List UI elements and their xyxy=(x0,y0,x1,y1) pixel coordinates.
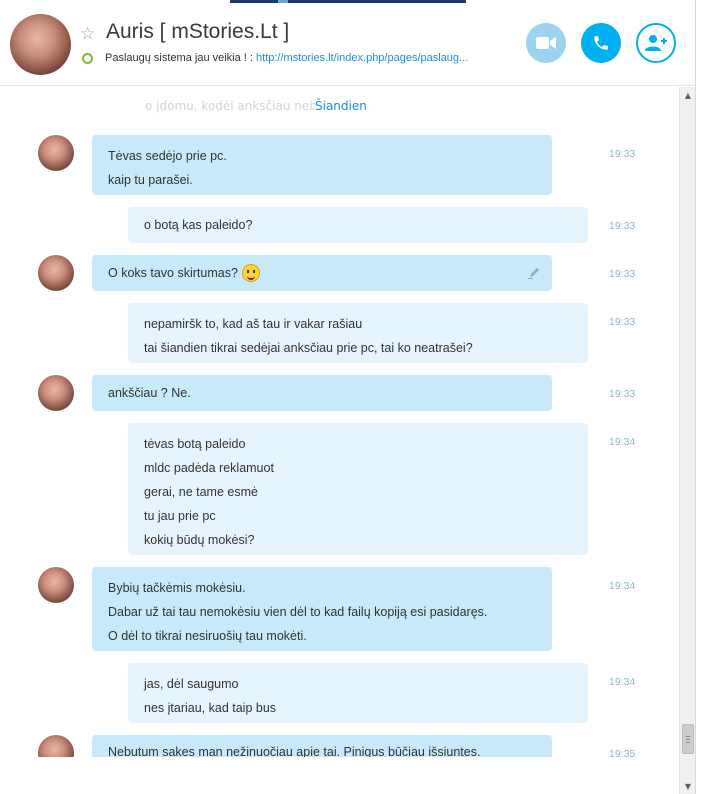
add-people-button[interactable] xyxy=(636,23,676,63)
message-line: tėvas botą paleido xyxy=(144,437,246,451)
day-label: Šiandien xyxy=(315,99,369,113)
favorite-star-icon[interactable]: ☆ xyxy=(80,24,95,44)
message-line: gerai, ne tame esmė xyxy=(144,485,258,499)
scroll-down-arrow-icon[interactable]: ▼ xyxy=(680,778,696,794)
audio-call-button[interactable] xyxy=(581,23,621,63)
message-history[interactable]: o įdomu, kodėl anksčiau nebū Šiandien Tė… xyxy=(0,87,679,757)
message-line: O koks tavo skirtumas? xyxy=(108,261,536,285)
presence-online-icon xyxy=(82,53,93,64)
sender-avatar[interactable] xyxy=(38,567,74,603)
message-time: 19:34 xyxy=(609,580,636,592)
message-line: jas, dėl saugumo xyxy=(144,677,239,691)
message-line: O dėl to tikrai nesiruošių tau mokėti. xyxy=(108,629,307,643)
message-line: Bybių tačkėmis mokėsiu. xyxy=(108,581,246,595)
message-line: nes įtariau, kad taip bus xyxy=(144,701,277,715)
message-line: nepamiršk to, kad aš tau ir vakar rašiau xyxy=(144,317,363,331)
message-time: 19:33 xyxy=(609,148,636,160)
video-call-icon xyxy=(536,37,556,49)
message-time: 19:35 xyxy=(609,748,636,757)
outgoing-message[interactable]: nepamiršk to, kad aš tau ir vakar rašiau… xyxy=(128,303,588,363)
message-line: mldc padėda reklamuot xyxy=(144,461,274,475)
message-time: 19:33 xyxy=(609,220,636,232)
message-time: 19:33 xyxy=(609,388,636,400)
message-line: Nebutum sakes man nežinuočiau apie tai. … xyxy=(108,745,481,757)
message-line: Tėvas sedėjo prie pc. xyxy=(108,149,227,163)
scroll-up-arrow-icon[interactable]: ▲ xyxy=(680,87,696,103)
message-time: 19:33 xyxy=(609,268,636,280)
vertical-scrollbar[interactable]: ▲ ▼ xyxy=(679,87,695,794)
message-line: kaip tu parašei. xyxy=(108,173,193,187)
phone-icon xyxy=(594,36,608,50)
mood-text: Paslaugų sistema jau veikia ! : xyxy=(105,52,253,64)
incoming-message[interactable]: Bybių tačkėmis mokėsiu. Dabar už tai tau… xyxy=(92,567,552,651)
outgoing-message[interactable]: tėvas botą paleido mldc padėda reklamuot… xyxy=(128,423,588,555)
incoming-message[interactable]: O koks tavo skirtumas? xyxy=(92,255,552,291)
conversation-header: ☆ Auris [ mStories.Lt ] Paslaugų sistema… xyxy=(0,0,701,86)
sender-avatar[interactable] xyxy=(38,255,74,291)
message-line: ankščiau ? Ne. xyxy=(108,386,191,400)
window-top-accent xyxy=(230,0,466,3)
window-edge xyxy=(695,0,701,794)
message-text: O koks tavo skirtumas? xyxy=(108,266,238,280)
incoming-message[interactable]: Tėvas sedėjo prie pc. kaip tu parašei. xyxy=(92,135,552,195)
add-contact-icon xyxy=(645,35,667,51)
day-divider: o įdomu, kodėl anksčiau nebū Šiandien xyxy=(0,99,679,115)
contact-name[interactable]: Auris [ mStories.Lt ] xyxy=(106,20,289,44)
sender-avatar[interactable] xyxy=(38,375,74,411)
message-line: Dabar už tai tau nemokėsiu vien dėl to k… xyxy=(108,605,488,619)
incoming-message[interactable]: Nebutum sakes man nežinuočiau apie tai. … xyxy=(92,735,552,757)
message-line: tai šiandien tikrai sedėjai anksčiau pri… xyxy=(144,341,473,355)
incoming-message[interactable]: ankščiau ? Ne. xyxy=(92,375,552,411)
mood-link[interactable]: http://mstories.lt/index.php/pages/pasla… xyxy=(256,52,468,64)
message-time: 19:34 xyxy=(609,676,636,688)
outgoing-message[interactable]: o botą kas paleido? xyxy=(128,207,588,243)
edited-pencil-icon xyxy=(528,268,539,279)
scroll-thumb[interactable] xyxy=(682,724,694,754)
message-time: 19:34 xyxy=(609,436,636,448)
message-line: o botą kas paleido? xyxy=(144,218,253,232)
contact-avatar[interactable] xyxy=(10,14,71,75)
scrolled-message-fragment: o įdomu, kodėl anksčiau nebū xyxy=(145,99,325,113)
message-line: tu jau prie pc xyxy=(144,509,216,523)
outgoing-message[interactable]: jas, dėl saugumo nes įtariau, kad taip b… xyxy=(128,663,588,723)
mood-message: Paslaugų sistema jau veikia ! : http://m… xyxy=(105,52,468,64)
message-line: kokių būdų mokėsi? xyxy=(144,533,255,547)
sender-avatar[interactable] xyxy=(38,735,74,757)
message-time: 19:33 xyxy=(609,316,636,328)
sender-avatar[interactable] xyxy=(38,135,74,171)
smile-emoji-icon xyxy=(241,263,260,282)
compose-area-placeholder xyxy=(0,757,679,794)
video-call-button[interactable] xyxy=(526,23,566,63)
